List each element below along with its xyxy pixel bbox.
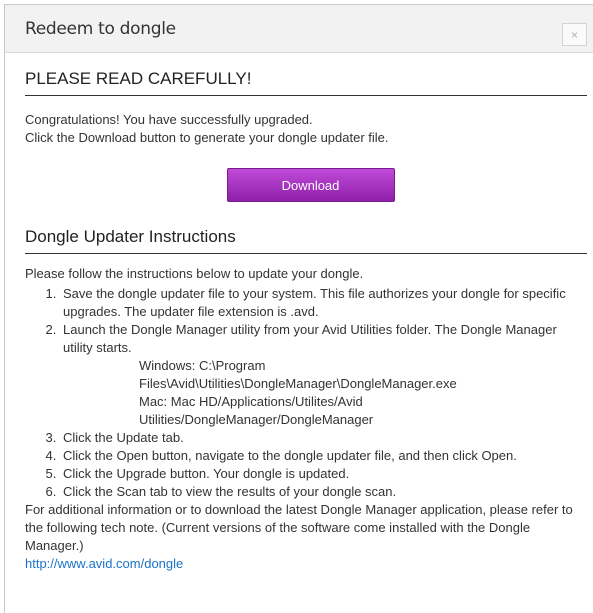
instruction-steps: Save the dongle updater file to your sys… — [25, 285, 587, 501]
instructions-heading: Dongle Updater Instructions — [25, 227, 587, 254]
download-hint: Click the Download button to generate yo… — [25, 130, 389, 145]
step-item: Click the Upgrade button. Your dongle is… — [60, 465, 587, 483]
tech-note-link[interactable]: http://www.avid.com/dongle — [25, 556, 183, 571]
step-item: Launch the Dongle Manager utility from y… — [60, 321, 587, 429]
download-row: Download — [25, 168, 587, 202]
close-button[interactable]: × — [562, 23, 587, 46]
step-item: Click the Open button, navigate to the d… — [60, 447, 587, 465]
footer-note: For additional information or to downloa… — [25, 502, 573, 553]
step-text: Launch the Dongle Manager utility from y… — [63, 322, 557, 355]
path-line: Files\Avid\Utilities\DongleManager\Dongl… — [139, 376, 457, 391]
path-line: Mac: Mac HD/Applications/Utilites/Avid — [139, 394, 363, 409]
step-item: Click the Scan tab to view the results o… — [60, 483, 587, 501]
dialog-titlebar: Redeem to dongle × — [5, 5, 593, 53]
dialog-body: PLEASE READ CAREFULLY! Congratulations! … — [5, 69, 593, 573]
utility-paths: Windows: C:\Program Files\Avid\Utilities… — [63, 357, 587, 429]
download-button[interactable]: Download — [226, 168, 395, 202]
step-item: Click the Update tab. — [60, 429, 587, 447]
notice-heading: PLEASE READ CAREFULLY! — [25, 69, 587, 96]
success-message: Congratulations! You have successfully u… — [25, 112, 313, 127]
path-line: Utilities/DongleManager/DongleManager — [139, 412, 374, 427]
instructions-body: Please follow the instructions below to … — [25, 265, 587, 573]
redeem-dialog: Redeem to dongle × PLEASE READ CAREFULLY… — [4, 4, 593, 613]
instructions-intro: Please follow the instructions below to … — [25, 266, 364, 281]
dialog-title: Redeem to dongle — [25, 19, 176, 39]
path-line: Windows: C:\Program — [139, 358, 266, 373]
step-item: Save the dongle updater file to your sys… — [60, 285, 587, 321]
